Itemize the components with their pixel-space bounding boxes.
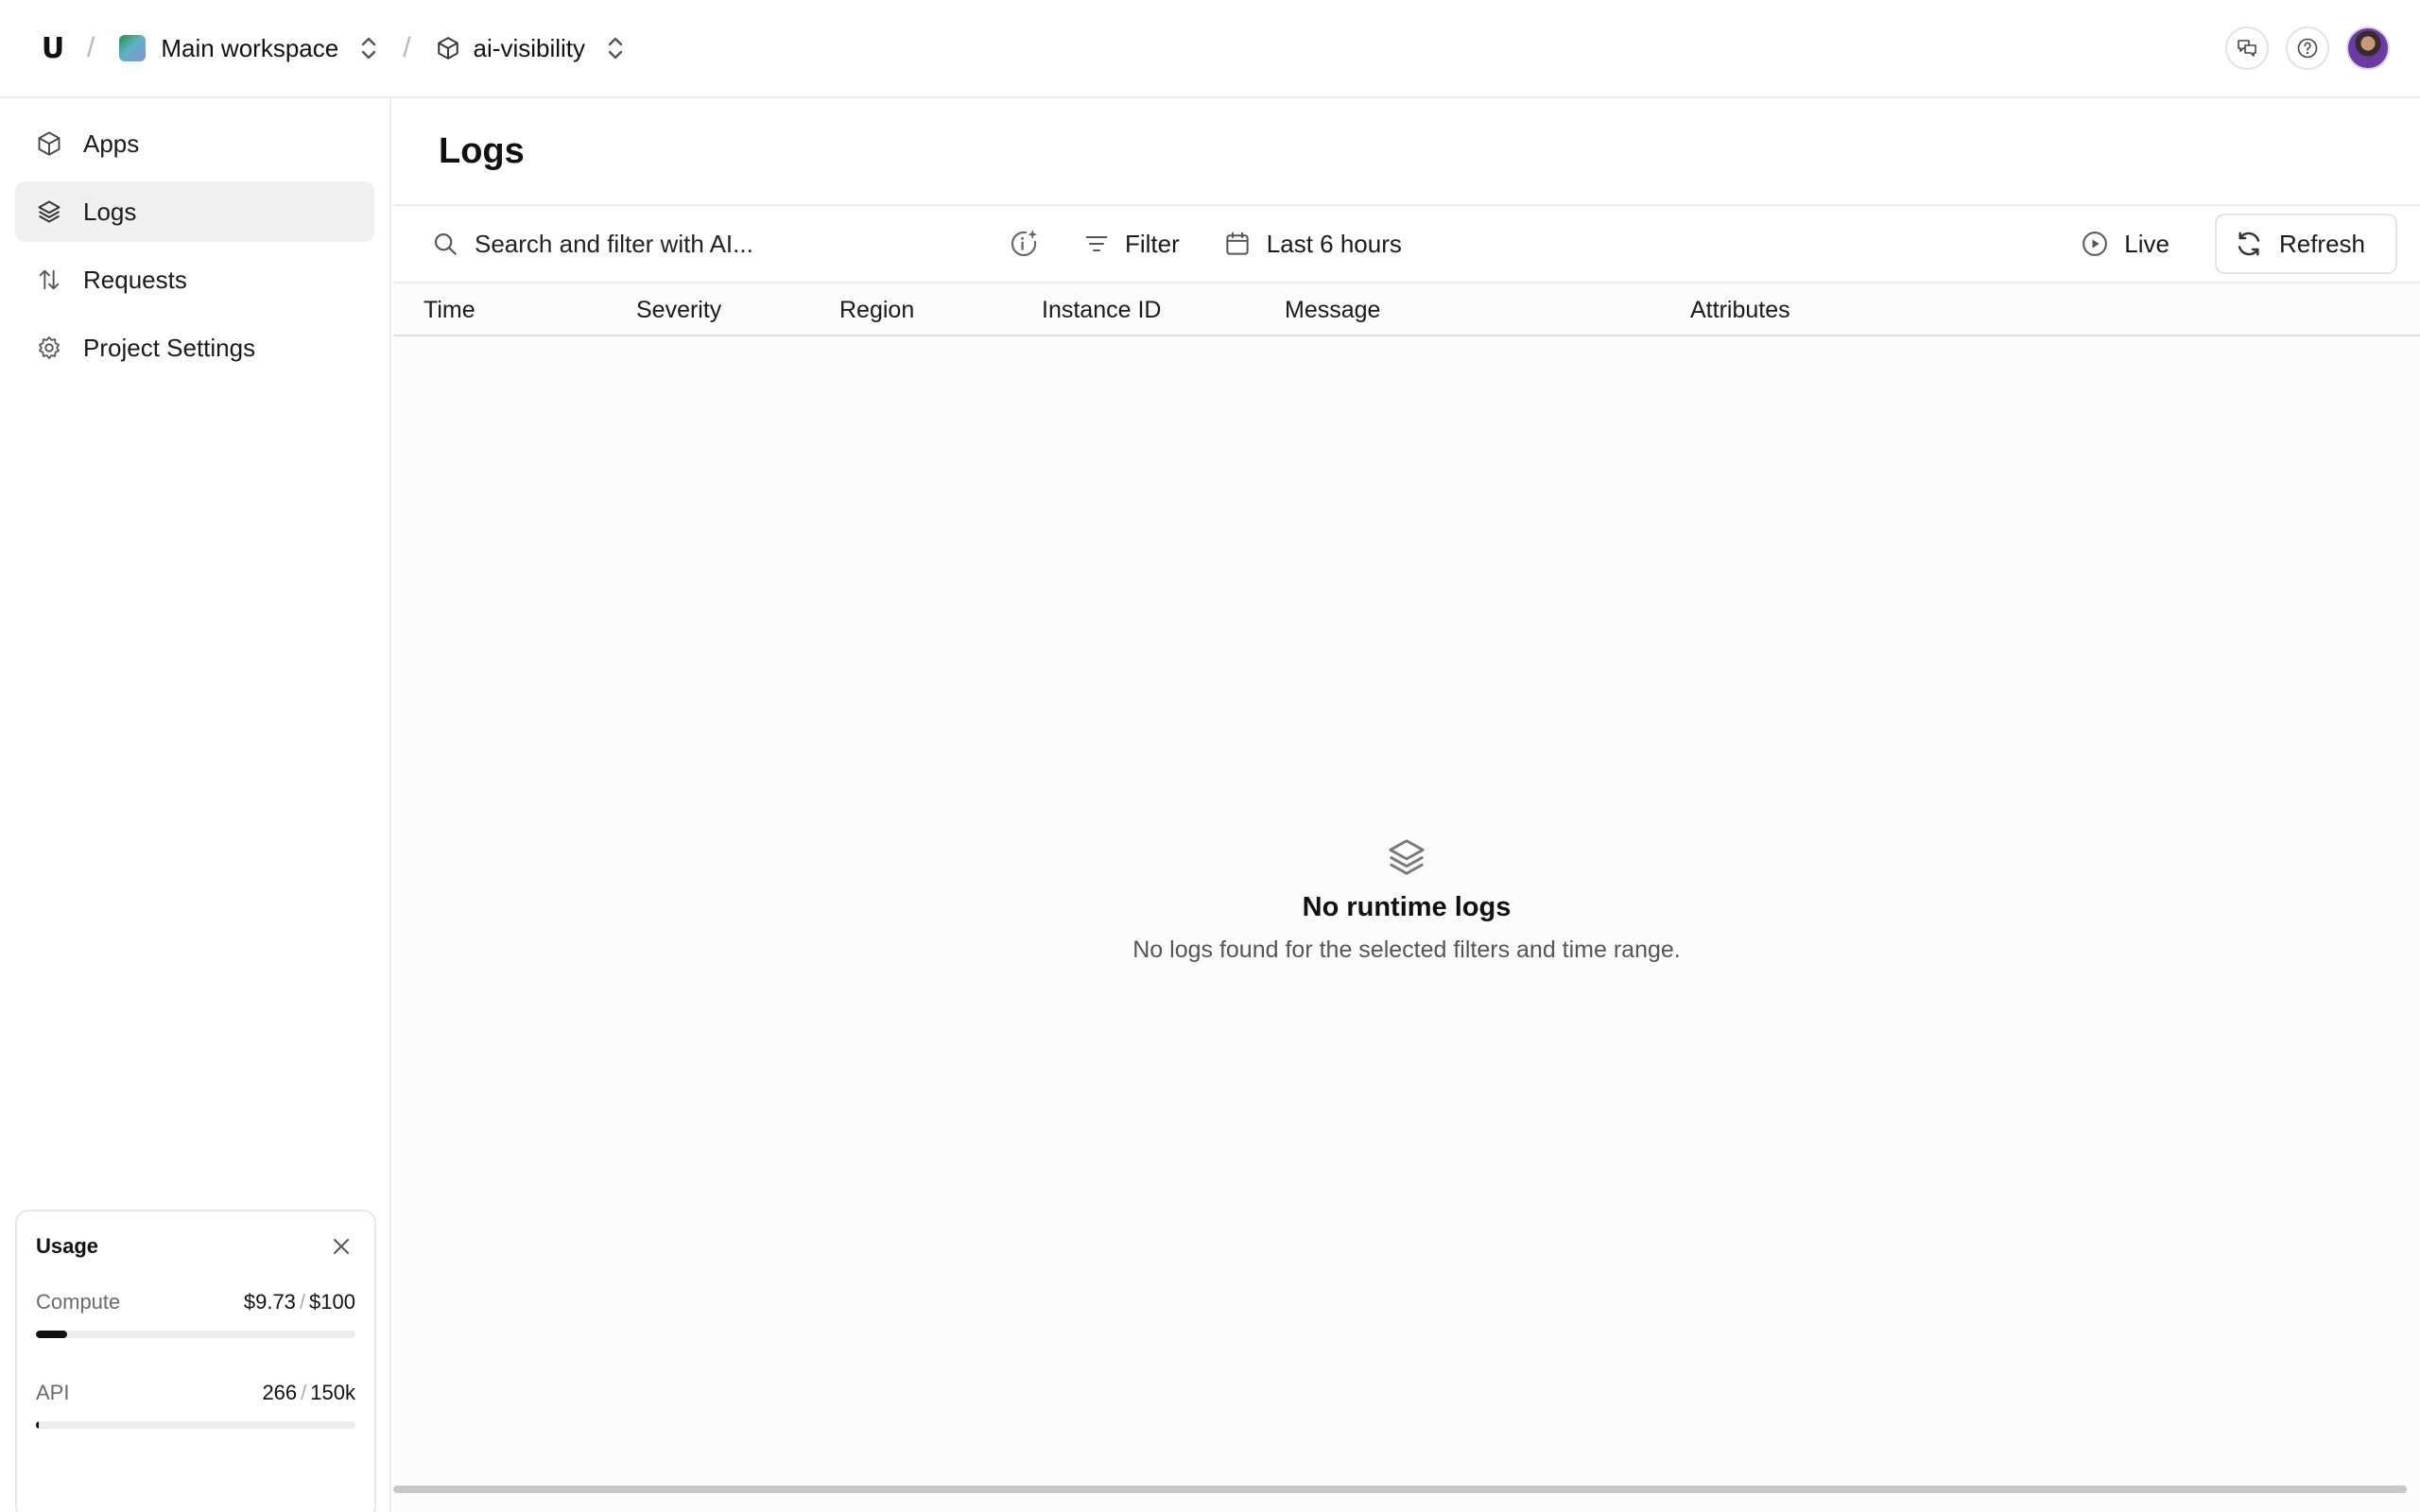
usage-card: Usage Compute $9.73/$100 API 266/150k (15, 1210, 376, 1512)
column-header-time[interactable]: Time (424, 284, 475, 336)
usage-title: Usage (36, 1234, 99, 1258)
empty-state-title: No runtime logs (1302, 892, 1512, 922)
column-header-instance-id[interactable]: Instance ID (1042, 284, 1161, 336)
workspace-avatar (119, 35, 147, 61)
usage-compute-row: Compute $9.73/$100 (36, 1289, 355, 1315)
refresh-icon (2234, 229, 2264, 259)
usage-header: Usage (36, 1232, 355, 1261)
logs-table-header: Time Severity Region Instance ID Message… (393, 284, 2420, 336)
sidebar: Apps Logs Requests Project Settings Usag… (0, 98, 391, 1512)
usage-compute-limit: $100 (309, 1290, 355, 1314)
close-icon[interactable] (327, 1232, 355, 1261)
play-circle-icon (2081, 230, 2109, 258)
sidebar-item-logs[interactable]: Logs (15, 181, 374, 242)
search-bar[interactable] (431, 215, 998, 272)
empty-state: No runtime logs No logs found for the se… (393, 835, 2420, 964)
cube-icon (34, 130, 64, 157)
usage-api-used: 266 (262, 1381, 298, 1404)
api-progress-bar (36, 1421, 355, 1429)
column-header-region[interactable]: Region (839, 284, 914, 336)
ai-info-sparkle-icon (1008, 228, 1040, 260)
chevron-up-down-icon (606, 35, 625, 61)
toolbar-right-actions: Live Refresh (2081, 214, 2397, 274)
filter-button[interactable]: Filter (1083, 215, 1180, 272)
time-range-label: Last 6 hours (1266, 229, 1402, 258)
layers-icon (1385, 835, 1428, 879)
usage-separator: / (301, 1381, 307, 1404)
sidebar-item-apps[interactable]: Apps (15, 113, 374, 174)
usage-api-limit: 150k (310, 1381, 355, 1404)
usage-compute-used: $9.73 (243, 1290, 296, 1314)
page-title: Logs (439, 130, 525, 171)
sidebar-item-project-settings[interactable]: Project Settings (15, 318, 374, 378)
usage-api-row: API 266/150k (36, 1380, 355, 1406)
chat-bubbles-icon (2236, 37, 2258, 60)
project-switcher[interactable]: ai-visibility (430, 20, 631, 77)
cube-icon (436, 36, 460, 60)
time-range-picker[interactable]: Last 6 hours (1223, 215, 1402, 272)
arrows-up-down-icon (34, 266, 64, 293)
usage-compute-value: $9.73/$100 (244, 1290, 355, 1314)
search-input[interactable] (475, 229, 928, 259)
breadcrumb-separator: / (87, 32, 95, 63)
column-header-message[interactable]: Message (1285, 284, 1380, 336)
live-label: Live (2124, 229, 2169, 258)
filter-lines-icon (1083, 231, 1110, 257)
search-icon (431, 230, 459, 258)
horizontal-scrollbar[interactable] (393, 1486, 2407, 1493)
project-name: ai-visibility (473, 33, 586, 62)
feedback-button[interactable] (2225, 26, 2269, 70)
question-mark-icon (2296, 37, 2319, 60)
topbar-actions (2225, 26, 2390, 70)
refresh-button[interactable]: Refresh (2214, 214, 2397, 274)
filter-label: Filter (1125, 229, 1180, 258)
sidebar-item-label: Requests (83, 265, 187, 294)
compute-progress-bar (36, 1331, 355, 1338)
breadcrumb-separator: / (403, 32, 411, 63)
usage-separator: / (299, 1290, 306, 1314)
usage-api-value: 266/150k (262, 1381, 355, 1405)
gear-icon (34, 335, 64, 361)
top-bar: U / Main workspace / ai-visibility (0, 0, 2420, 98)
live-toggle-button[interactable]: Live (2081, 215, 2169, 272)
sidebar-item-label: Project Settings (83, 333, 256, 362)
column-header-severity[interactable]: Severity (636, 284, 721, 336)
workspace-switcher[interactable]: Main workspace (113, 20, 384, 77)
layers-icon (34, 198, 64, 225)
sidebar-item-label: Logs (83, 197, 137, 226)
workspace-name: Main workspace (161, 33, 339, 62)
api-progress-fill (36, 1421, 40, 1429)
logs-toolbar: Filter Last 6 hours Live Refresh (393, 206, 2420, 284)
sidebar-item-label: Apps (83, 129, 140, 158)
user-avatar[interactable] (2346, 26, 2390, 70)
compute-progress-fill (36, 1331, 67, 1338)
page-header: Logs (393, 98, 2420, 206)
refresh-label: Refresh (2278, 229, 2365, 258)
calendar-icon (1223, 230, 1252, 258)
app-logo[interactable]: U (38, 32, 68, 65)
chevron-up-down-icon (359, 35, 378, 61)
help-button[interactable] (2286, 26, 2329, 70)
column-header-attributes[interactable]: Attributes (1690, 284, 1790, 336)
sidebar-item-requests[interactable]: Requests (15, 249, 374, 310)
sidebar-nav: Apps Logs Requests Project Settings (0, 98, 389, 378)
empty-state-subtitle: No logs found for the selected filters a… (1132, 936, 1681, 963)
ai-search-info-button[interactable] (1008, 215, 1040, 272)
main-content: Logs Filter Last 6 hours (393, 98, 2420, 1512)
usage-compute-label: Compute (36, 1290, 121, 1314)
usage-api-label: API (36, 1381, 70, 1404)
